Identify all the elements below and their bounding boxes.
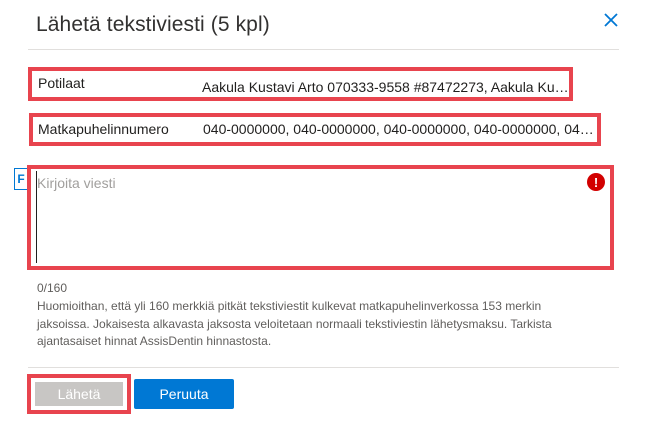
phone-label: Matkapuhelinnumero bbox=[38, 121, 169, 137]
error-icon: ! bbox=[587, 173, 605, 191]
phone-field: Matkapuhelinnumero 040-0000000, 040-0000… bbox=[29, 113, 601, 146]
patients-field: Potilaat Aakula Kustavi Arto 070333-9558… bbox=[28, 67, 573, 101]
send-button-highlight: Lähetä bbox=[27, 374, 131, 414]
focus-marker-badge: F bbox=[14, 168, 28, 190]
dialog-title: Lähetä tekstiviesti (5 kpl) bbox=[36, 13, 270, 36]
patients-value: Aakula Kustavi Arto 070333-9558 #8747227… bbox=[202, 79, 569, 95]
send-sms-dialog: Lähetä tekstiviesti (5 kpl) Potilaat Aak… bbox=[0, 0, 648, 440]
message-input[interactable] bbox=[36, 171, 601, 263]
cancel-button[interactable]: Peruuta bbox=[134, 379, 234, 409]
footer-divider bbox=[28, 367, 619, 368]
send-button[interactable]: Lähetä bbox=[35, 382, 123, 406]
patients-label: Potilaat bbox=[38, 75, 85, 91]
phone-value: 040-0000000, 040-0000000, 040-0000000, 0… bbox=[203, 121, 595, 137]
message-field[interactable]: ! bbox=[27, 165, 614, 270]
character-counter: 0/160 bbox=[37, 281, 68, 295]
sms-pricing-info: Huomioithan, että yli 160 merkkiä pitkät… bbox=[37, 299, 552, 348]
close-button[interactable] bbox=[601, 10, 621, 30]
header-divider bbox=[28, 49, 619, 50]
close-icon bbox=[604, 13, 618, 27]
